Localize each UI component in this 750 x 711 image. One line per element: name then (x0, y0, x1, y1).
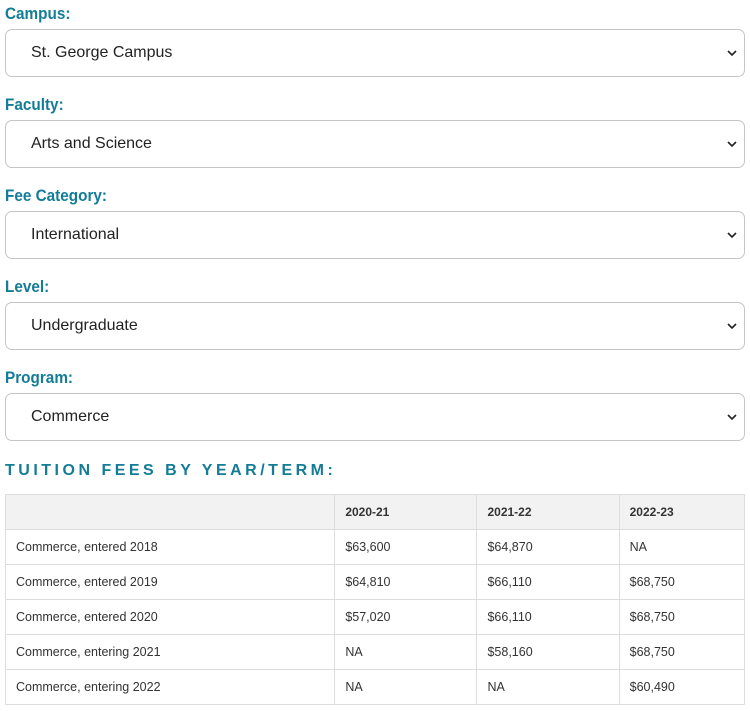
faculty-select[interactable]: Arts and Science (5, 120, 745, 168)
tuition-fees-heading: TUITION FEES BY YEAR/TERM: (5, 462, 337, 479)
program-select[interactable]: Commerce (5, 393, 745, 441)
table-cell: NA (476, 669, 620, 705)
table-cell: $68,750 (618, 599, 746, 635)
faculty-label: Faculty: (5, 95, 64, 114)
tuition-fees-table: 2020-21 2021-22 2022-23 Commerce, entere… (4, 494, 746, 705)
fee-category-group: Fee Category: International (5, 186, 745, 259)
table-cell: $66,110 (476, 599, 620, 635)
table-cell: Commerce, entered 2019 (4, 564, 336, 600)
table-cell: $57,020 (334, 599, 478, 635)
campus-select-value: St. George Campus (31, 44, 173, 61)
table-cell: $64,810 (334, 564, 478, 600)
level-select-value: Undergraduate (31, 317, 138, 334)
fee-category-label: Fee Category: (5, 186, 108, 205)
campus-group: Campus: St. George Campus (5, 4, 745, 77)
fee-category-select[interactable]: International (5, 211, 745, 259)
campus-select[interactable]: St. George Campus (5, 29, 745, 77)
table-cell: $64,870 (476, 529, 620, 565)
table-cell: Commerce, entered 2020 (4, 599, 336, 635)
table-header-cell (4, 494, 336, 530)
table-cell: $63,600 (334, 529, 478, 565)
table-header-cell: 2021-22 (476, 494, 620, 530)
campus-label: Campus: (5, 4, 71, 23)
program-label: Program: (5, 368, 74, 387)
table-cell: Commerce, entering 2021 (4, 634, 336, 670)
table-cell: NA (334, 669, 478, 705)
table-header-row: 2020-21 2021-22 2022-23 (4, 494, 746, 530)
faculty-select-value: Arts and Science (31, 135, 152, 152)
chevron-down-icon (727, 50, 737, 57)
chevron-down-icon (727, 414, 737, 421)
fee-form: Campus: St. George Campus Faculty: Arts … (4, 0, 746, 705)
table-row: Commerce, entering 2021 NA $58,160 $68,7… (4, 634, 746, 670)
table-row: Commerce, entered 2019 $64,810 $66,110 $… (4, 564, 746, 600)
table-row: Commerce, entered 2018 $63,600 $64,870 N… (4, 529, 746, 565)
table-cell: $60,490 (618, 669, 746, 705)
chevron-down-icon (727, 141, 737, 148)
table-header-cell: 2020-21 (334, 494, 478, 530)
table-row: Commerce, entered 2020 $57,020 $66,110 $… (4, 599, 746, 635)
level-label: Level: (5, 277, 50, 296)
fee-category-select-value: International (31, 226, 120, 243)
level-select[interactable]: Undergraduate (5, 302, 745, 350)
table-cell: Commerce, entered 2018 (4, 529, 336, 565)
table-cell: NA (618, 529, 746, 565)
level-group: Level: Undergraduate (5, 277, 745, 350)
chevron-down-icon (727, 232, 737, 239)
program-group: Program: Commerce (5, 368, 745, 441)
table-cell: $68,750 (618, 564, 746, 600)
table-row: Commerce, entering 2022 NA NA $60,490 (4, 669, 746, 705)
table-cell: $68,750 (618, 634, 746, 670)
table-cell: $66,110 (476, 564, 620, 600)
table-cell: $58,160 (476, 634, 620, 670)
program-select-value: Commerce (31, 408, 110, 425)
table-cell: Commerce, entering 2022 (4, 669, 336, 705)
table-cell: NA (334, 634, 478, 670)
chevron-down-icon (727, 323, 737, 330)
faculty-group: Faculty: Arts and Science (5, 95, 745, 168)
table-header-cell: 2022-23 (618, 494, 746, 530)
